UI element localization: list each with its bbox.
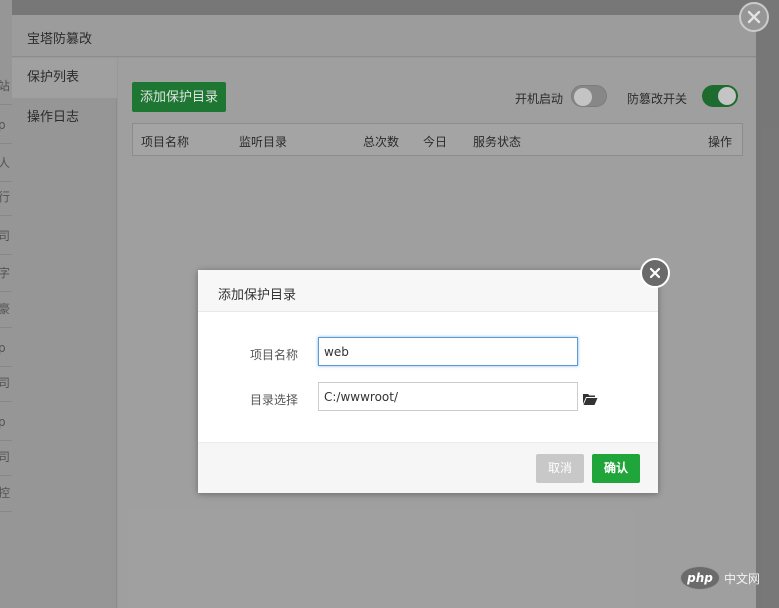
folder-open-icon[interactable] <box>582 392 598 406</box>
confirm-button[interactable]: 确认 <box>592 454 640 483</box>
project-name-input[interactable] <box>318 337 578 366</box>
watermark: php 中文网 <box>680 566 775 590</box>
cancel-button[interactable]: 取消 <box>536 454 584 483</box>
dialog-header: 添加保护目录 <box>198 270 658 312</box>
directory-input[interactable] <box>318 382 578 411</box>
directory-label: 目录选择 <box>249 393 298 407</box>
dialog-footer: 取消 确认 <box>198 442 658 493</box>
dialog-title: 添加保护目录 <box>218 288 297 303</box>
dialog-close-button[interactable] <box>640 258 670 288</box>
watermark-text: 中文网 <box>724 572 761 586</box>
php-logo: php <box>680 566 720 590</box>
close-icon <box>649 267 661 279</box>
project-name-label: 项目名称 <box>249 348 298 362</box>
add-protect-dir-dialog: 添加保护目录 项目名称 目录选择 取消 确认 <box>198 258 670 493</box>
